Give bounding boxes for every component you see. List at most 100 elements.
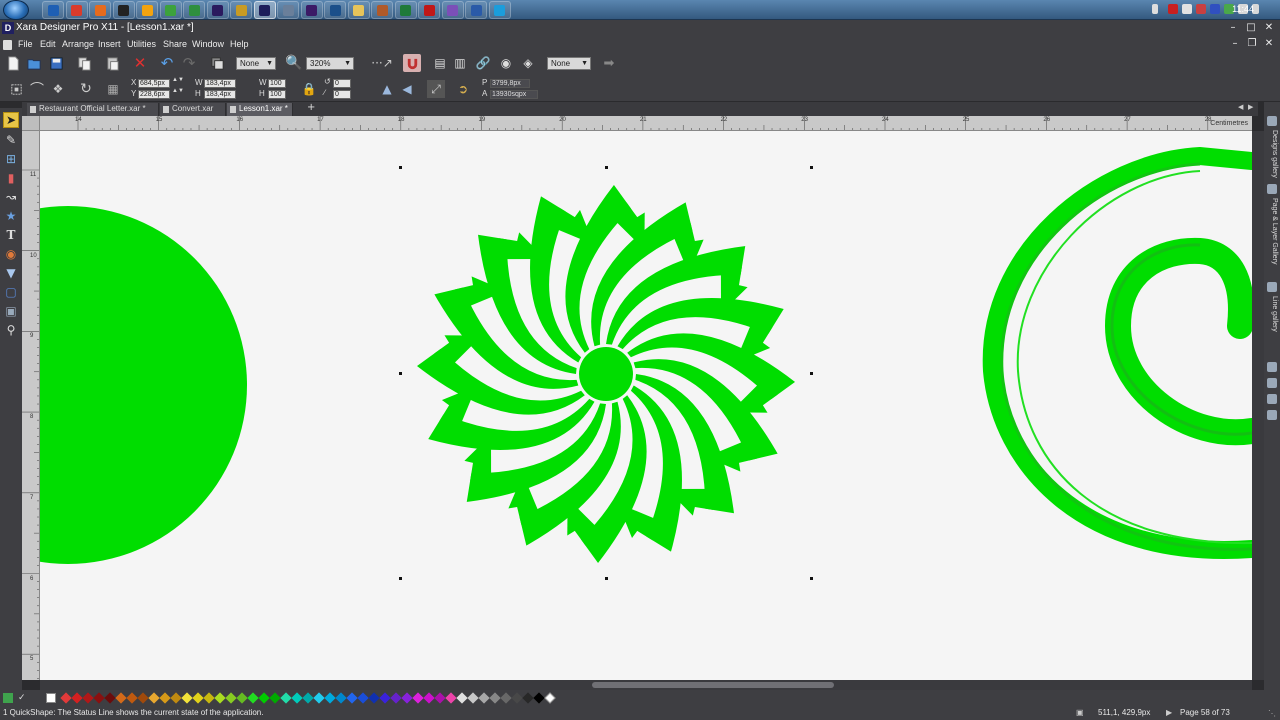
- line-gallery-tab[interactable]: Line gallery: [1266, 296, 1278, 332]
- color-swatch[interactable]: [313, 692, 325, 704]
- line-gallery-icon[interactable]: [1267, 282, 1277, 292]
- color-swatch[interactable]: [346, 692, 358, 704]
- menu-file[interactable]: File: [18, 39, 33, 49]
- color-swatch[interactable]: [247, 692, 259, 704]
- fonts-gallery-icon[interactable]: [1267, 410, 1277, 420]
- stepper-icon[interactable]: ▲▼: [172, 88, 184, 94]
- color-swatch[interactable]: [324, 692, 336, 704]
- bring-to-front-icon[interactable]: [208, 54, 226, 72]
- height-percent-field[interactable]: 100: [268, 90, 286, 99]
- tab-scroll-left-icon[interactable]: ◀: [1238, 103, 1243, 111]
- page-nav-icon[interactable]: ▶: [1166, 708, 1172, 717]
- color-swatch[interactable]: [401, 692, 413, 704]
- tray-flag-icon[interactable]: [1196, 4, 1206, 14]
- feather-dropdown[interactable]: None ▼: [547, 57, 591, 70]
- page-layer-gallery-icon[interactable]: [1267, 184, 1277, 194]
- app-logo-icon[interactable]: D: [2, 22, 14, 34]
- horizontal-scrollbar[interactable]: [40, 680, 1252, 690]
- handle-middle-left[interactable]: [399, 372, 402, 375]
- tab-restaurant-official-letter[interactable]: Restaurant Official Letter.xar *: [27, 103, 159, 116]
- frame-gallery-icon[interactable]: [1267, 378, 1277, 388]
- color-swatch[interactable]: [434, 692, 446, 704]
- menu-utilities[interactable]: Utilities: [127, 39, 156, 49]
- grid-icon[interactable]: ▦: [104, 80, 122, 98]
- transform-icon[interactable]: ⤢: [427, 80, 445, 98]
- color-swatch[interactable]: [368, 692, 380, 704]
- web-properties-icon[interactable]: ▤: [431, 54, 449, 72]
- dotted-line-icon[interactable]: ···↗: [370, 54, 394, 72]
- color-swatch[interactable]: [93, 692, 105, 704]
- skype-icon[interactable]: [488, 1, 511, 19]
- color-swatch[interactable]: [511, 692, 523, 704]
- monitor-icon[interactable]: [277, 1, 299, 19]
- skew-field[interactable]: 0: [333, 90, 351, 99]
- color-swatch[interactable]: [467, 692, 479, 704]
- no-color-swatch[interactable]: [46, 693, 56, 703]
- transparency-tool-icon[interactable]: ▼: [3, 265, 19, 281]
- color-swatch[interactable]: [258, 692, 270, 704]
- color-swatch[interactable]: [214, 692, 226, 704]
- arrow-right-icon[interactable]: ➡: [600, 54, 618, 72]
- copy-icon[interactable]: [75, 54, 93, 72]
- color-swatch[interactable]: [500, 692, 512, 704]
- menu-edit[interactable]: Edit: [40, 39, 56, 49]
- doc-minimize-icon[interactable]: –: [1226, 37, 1244, 51]
- color-swatch[interactable]: [379, 692, 391, 704]
- firefox-icon[interactable]: [89, 1, 111, 19]
- excel-icon[interactable]: [394, 1, 417, 19]
- green-circle-shape[interactable]: [40, 206, 247, 564]
- selector-mode-icon[interactable]: [7, 80, 25, 98]
- color-swatch[interactable]: [192, 692, 204, 704]
- xara-designer-icon[interactable]: [253, 1, 276, 19]
- undo-icon[interactable]: ↶: [158, 54, 176, 72]
- color-swatch[interactable]: [544, 692, 556, 704]
- color-swatch[interactable]: [445, 692, 457, 704]
- fill-handle-icon[interactable]: ❖: [49, 80, 67, 98]
- width-field[interactable]: 183,4px: [204, 79, 236, 88]
- color-swatch[interactable]: [269, 692, 281, 704]
- handle-bottom-left[interactable]: [399, 577, 402, 580]
- color-swatch[interactable]: [291, 692, 303, 704]
- ie-icon[interactable]: [42, 1, 64, 19]
- doc-restore-icon[interactable]: ❐: [1243, 37, 1261, 51]
- bridge-icon[interactable]: [230, 1, 252, 19]
- folder-icon[interactable]: [347, 1, 370, 19]
- handle-middle-right[interactable]: [810, 372, 813, 375]
- snap-magnet-icon[interactable]: [403, 54, 421, 72]
- bevel-tool-icon[interactable]: ▣: [3, 303, 19, 319]
- color-swatch[interactable]: [302, 692, 314, 704]
- photoshop-icon[interactable]: [324, 1, 346, 19]
- publish-icon[interactable]: ◈: [519, 54, 537, 72]
- color-swatch[interactable]: [71, 692, 83, 704]
- tray-app-icon[interactable]: [1182, 4, 1192, 14]
- tray-arrow-icon[interactable]: [1152, 4, 1158, 14]
- link-icon[interactable]: 🔗: [474, 54, 492, 72]
- shape-editor-tool-icon[interactable]: ✎: [3, 132, 19, 148]
- ruler-corner[interactable]: [22, 116, 40, 131]
- designs-gallery-icon[interactable]: [1267, 116, 1277, 126]
- menu-insert[interactable]: Insert: [98, 39, 121, 49]
- preview-icon[interactable]: ◉: [497, 54, 515, 72]
- menu-arrange[interactable]: Arrange: [62, 39, 94, 49]
- rosette-shape[interactable]: [397, 165, 816, 584]
- quickshape-tool-icon[interactable]: ★: [3, 208, 19, 224]
- tray-language-icon[interactable]: [1210, 4, 1220, 14]
- horizontal-scroll-thumb[interactable]: [592, 682, 834, 688]
- document-icon[interactable]: [3, 40, 12, 50]
- menu-help[interactable]: Help: [230, 39, 249, 49]
- pen-tool-icon[interactable]: ↝: [3, 189, 19, 205]
- x-position-field[interactable]: 684,5px: [138, 79, 170, 88]
- calculator-icon[interactable]: [112, 1, 135, 19]
- export-icon[interactable]: ▥: [451, 54, 469, 72]
- color-swatch[interactable]: [357, 692, 369, 704]
- handle-top-right[interactable]: [810, 166, 813, 169]
- horizontal-ruler[interactable]: 14 15 16 17 18 19 20 21 22 23 24 25 26 27 28 Centimetr…: [40, 116, 1252, 131]
- color-swatch[interactable]: [137, 692, 149, 704]
- selector-tool-icon[interactable]: ➤: [3, 112, 19, 128]
- tag-icon[interactable]: ➲: [454, 80, 472, 98]
- color-swatch[interactable]: [456, 692, 468, 704]
- flip-horizontal-icon[interactable]: ▲: [378, 80, 396, 98]
- new-document-icon[interactable]: [4, 54, 22, 72]
- vertical-scroll-thumb[interactable]: [1254, 131, 1262, 671]
- color-swatch[interactable]: [148, 692, 160, 704]
